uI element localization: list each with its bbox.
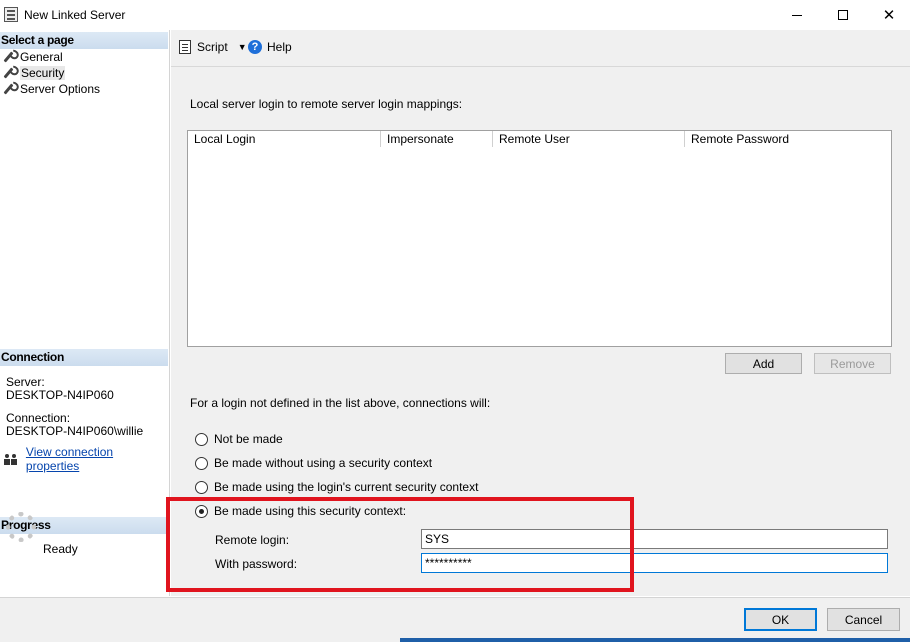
maximize-button[interactable] xyxy=(820,0,866,30)
connection-header: Connection xyxy=(0,349,168,366)
grid-header: Local Login Impersonate Remote User Remo… xyxy=(188,131,891,147)
taskbar-strip xyxy=(400,638,910,642)
column-header-remote-password[interactable]: Remote Password xyxy=(685,131,891,147)
left-pane: Select a page General Security Server Op… xyxy=(0,30,170,596)
option-label: Not be made xyxy=(214,432,283,446)
option-without-security-context[interactable]: Be made without using a security context xyxy=(195,456,432,470)
login-mappings-grid[interactable]: Local Login Impersonate Remote User Remo… xyxy=(187,130,892,347)
server-label: Server: xyxy=(6,375,45,389)
close-button[interactable]: ✕ xyxy=(866,0,910,30)
server-value: DESKTOP-N4IP060 xyxy=(6,388,114,402)
maximize-icon xyxy=(838,10,848,20)
chevron-down-icon[interactable]: ▼ xyxy=(238,42,247,52)
mappings-label: Local server login to remote server logi… xyxy=(190,97,463,111)
connection-properties-icon xyxy=(4,452,20,466)
wrench-icon xyxy=(2,82,16,96)
connection-value: DESKTOP-N4IP060\willie xyxy=(6,424,144,438)
help-icon: ? xyxy=(248,40,262,54)
page-item-security[interactable]: Security xyxy=(2,65,66,81)
dialog-footer: OK Cancel xyxy=(0,597,910,642)
option-label: Be made using the login's current securi… xyxy=(214,480,479,494)
column-header-local-login[interactable]: Local Login xyxy=(188,131,381,147)
help-label: Help xyxy=(267,40,292,54)
option-label: Be made without using a security context xyxy=(214,456,433,470)
page-label: Security xyxy=(20,66,66,80)
app-icon xyxy=(4,7,18,22)
help-button[interactable]: ? Help xyxy=(248,40,292,54)
connection-label: Connection: xyxy=(6,411,71,425)
column-header-impersonate[interactable]: Impersonate xyxy=(381,131,493,147)
script-button[interactable]: Script ▼ xyxy=(179,40,247,54)
radio-button[interactable] xyxy=(195,480,208,494)
page-item-server-options[interactable]: Server Options xyxy=(2,81,100,97)
wrench-icon xyxy=(2,50,16,64)
page-label: Server Options xyxy=(20,82,101,96)
minimize-button[interactable] xyxy=(774,0,820,30)
progress-status: Ready xyxy=(43,542,78,556)
script-icon xyxy=(179,40,191,54)
select-page-header: Select a page xyxy=(0,32,168,49)
wrench-icon xyxy=(2,66,16,80)
radio-button[interactable] xyxy=(195,456,208,470)
page-item-general[interactable]: General xyxy=(2,49,63,65)
cancel-button[interactable]: Cancel xyxy=(827,608,900,631)
highlight-box xyxy=(166,497,634,592)
progress-spinner-icon xyxy=(6,512,36,542)
close-icon: ✕ xyxy=(882,6,896,24)
option-not-be-made[interactable]: Not be made xyxy=(195,432,283,446)
add-button[interactable]: Add xyxy=(725,353,802,374)
option-login-current-context[interactable]: Be made using the login's current securi… xyxy=(195,480,478,494)
script-label: Script xyxy=(197,40,228,54)
not-defined-label: For a login not defined in the list abov… xyxy=(190,396,491,410)
title-bar: New Linked Server ✕ xyxy=(0,0,910,30)
page-label: General xyxy=(20,50,63,64)
column-header-remote-user[interactable]: Remote User xyxy=(493,131,685,147)
toolbar: Script ▼ ? Help xyxy=(171,30,910,67)
view-connection-properties[interactable]: View connection properties xyxy=(4,445,169,473)
window-title: New Linked Server xyxy=(24,8,126,22)
remove-button[interactable]: Remove xyxy=(814,353,891,374)
minimize-icon xyxy=(792,14,802,16)
view-connection-properties-link[interactable]: View connection properties xyxy=(26,445,169,473)
radio-button[interactable] xyxy=(195,432,208,446)
ok-button[interactable]: OK xyxy=(744,608,817,631)
